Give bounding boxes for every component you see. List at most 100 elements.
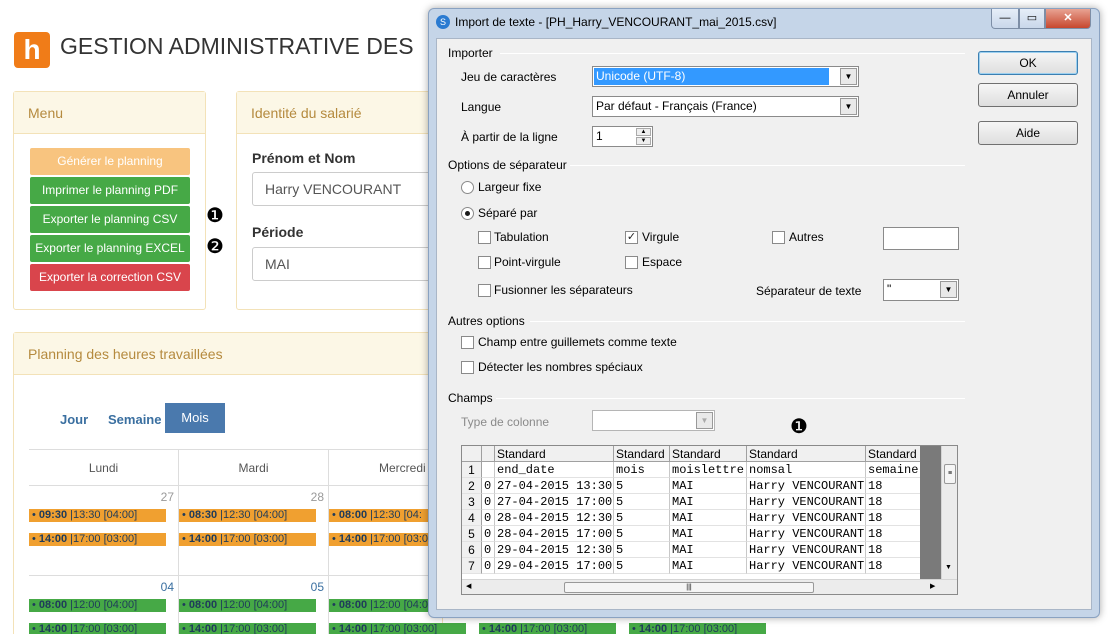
grid-column-header[interactable]: Standard xyxy=(614,446,670,462)
date-number: 05 xyxy=(310,580,324,594)
calendar-event[interactable]: • 14:00 |17:00 [03:00] xyxy=(29,533,166,546)
export-planning-excel-button[interactable]: Exporter le planning EXCEL xyxy=(30,235,190,262)
grid-cell: MAI xyxy=(670,558,747,574)
detect-special-checkbox[interactable] xyxy=(461,361,474,374)
charset-select[interactable]: Unicode (UTF-8) ▼ xyxy=(592,66,859,87)
grid-column-header[interactable]: Standard xyxy=(747,446,866,462)
comma-checkbox[interactable]: ✓ xyxy=(625,231,638,244)
language-label: Langue xyxy=(461,100,502,114)
chevron-down-icon[interactable]: ▼ xyxy=(940,281,957,298)
grid-cell: Harry VENCOURANT xyxy=(747,558,866,574)
view-week-button[interactable]: Semaine xyxy=(108,412,161,427)
grid-row-header[interactable]: 3 xyxy=(462,494,482,510)
calendar-event[interactable]: • 08:30 |12:30 [04:00] xyxy=(179,509,316,522)
grid-column-header[interactable]: Standard xyxy=(866,446,922,462)
grid-column-header[interactable]: Standard xyxy=(670,446,747,462)
calendar-event[interactable]: • 14:00 |17:00 [03:00] xyxy=(329,533,429,546)
grid-column-header[interactable]: Standard xyxy=(495,446,614,462)
merge-checkbox[interactable] xyxy=(478,284,491,297)
marker-1: ❶ xyxy=(206,205,224,227)
name-input[interactable]: Harry VENCOURANT xyxy=(252,172,442,206)
minimize-icon[interactable]: — xyxy=(991,9,1019,29)
grid-cell: 18 xyxy=(866,526,922,542)
space-checkbox[interactable] xyxy=(625,256,638,269)
calendar-event[interactable]: • 14:00 |17:00 [03:00] xyxy=(629,623,766,634)
charset-value: Unicode (UTF-8) xyxy=(594,68,829,85)
grid-cell: MAI xyxy=(670,526,747,542)
text-separator-select[interactable]: " ▼ xyxy=(883,279,959,301)
merge-label: Fusionner les séparateurs xyxy=(494,283,633,297)
menu-heading: Menu xyxy=(14,92,205,134)
help-button[interactable]: Aide xyxy=(978,121,1078,145)
scroll-thumb[interactable]: ≡ xyxy=(944,464,956,484)
calendar-event[interactable]: • 09:30 |13:30 [04:00] xyxy=(29,509,166,522)
calendar-event[interactable]: • 14:00 |17:00 [03:00] xyxy=(479,623,616,634)
grid-cell: moislettre xyxy=(670,462,747,478)
cancel-button[interactable]: Annuler xyxy=(978,83,1078,107)
scroll-left-icon[interactable]: ◀ xyxy=(466,582,471,590)
grid-cell: MAI xyxy=(670,542,747,558)
grid-cell: Harry VENCOURANT xyxy=(747,526,866,542)
grid-row-header[interactable]: 7 xyxy=(462,558,482,574)
calendar-event[interactable]: • 08:00 |12:30 [04: xyxy=(329,509,429,522)
chevron-down-icon[interactable]: ▼ xyxy=(840,68,857,85)
grid-cell: 5 xyxy=(614,494,670,510)
marker-2: ❷ xyxy=(206,236,224,258)
language-value: Par défaut - Français (France) xyxy=(596,99,757,113)
scroll-thumb[interactable]: ||| xyxy=(564,582,814,593)
stepper-down-icon[interactable]: ▼ xyxy=(636,137,651,145)
view-day-button[interactable]: Jour xyxy=(60,412,88,427)
grid-cell: 27-04-2015 13:30 xyxy=(495,478,614,494)
grid-row-header[interactable]: 1 xyxy=(462,462,482,478)
grid-row-header[interactable]: 4 xyxy=(462,510,482,526)
calendar-event[interactable]: • 14:00 |17:00 [03:00] xyxy=(179,533,316,546)
menu-panel: Menu Générer le planning Imprimer le pla… xyxy=(13,91,206,310)
scroll-down-icon[interactable]: ▼ xyxy=(945,564,952,571)
export-planning-csv-button[interactable]: Exporter le planning CSV xyxy=(30,206,190,233)
grid-cell: mois xyxy=(614,462,670,478)
grid-cell: 18 xyxy=(866,558,922,574)
grid-cell: 18 xyxy=(866,510,922,526)
generate-planning-button[interactable]: Générer le planning xyxy=(30,148,190,175)
tab-checkbox[interactable] xyxy=(478,231,491,244)
horizontal-scrollbar[interactable]: ◀ ||| ▶ xyxy=(462,579,957,594)
grid-cell: 5 xyxy=(614,510,670,526)
grid-row-header[interactable]: 5 xyxy=(462,526,482,542)
column-type-select[interactable]: ▼ xyxy=(592,410,715,431)
vertical-scrollbar[interactable]: ≡ ▼ xyxy=(941,446,957,579)
grid-cell: 18 xyxy=(866,494,922,510)
maximize-icon[interactable]: ▭ xyxy=(1019,9,1045,29)
chevron-down-icon[interactable]: ▼ xyxy=(840,98,857,115)
print-planning-pdf-button[interactable]: Imprimer le planning PDF xyxy=(30,177,190,204)
fields-preview-grid[interactable]: Standard Standard Standard Standard Stan… xyxy=(461,445,958,595)
calendar-event[interactable]: • 14:00 |17:00 [03:00] xyxy=(179,623,316,634)
scroll-right-icon[interactable]: ▶ xyxy=(930,582,935,590)
calendar-event[interactable]: • 14:00 |17:00 [03:00] xyxy=(329,623,466,634)
grid-row-header[interactable]: 2 xyxy=(462,478,482,494)
others-input[interactable] xyxy=(883,227,959,250)
grid-cell: 5 xyxy=(614,526,670,542)
fixed-width-radio[interactable] xyxy=(461,181,474,194)
quoted-as-text-checkbox[interactable] xyxy=(461,336,474,349)
stepper-up-icon[interactable]: ▲ xyxy=(636,128,651,136)
chevron-down-icon[interactable]: ▼ xyxy=(696,412,713,429)
period-input[interactable]: MAI xyxy=(252,247,442,281)
close-icon[interactable]: ✕ xyxy=(1045,9,1091,29)
others-checkbox[interactable] xyxy=(772,231,785,244)
grid-row-header[interactable]: 6 xyxy=(462,542,482,558)
calendar-event[interactable]: • 08:00 |12:00 [04:00] xyxy=(179,599,316,612)
language-select[interactable]: Par défaut - Français (France) ▼ xyxy=(592,96,859,117)
view-month-button[interactable]: Mois xyxy=(165,403,225,433)
ok-button[interactable]: OK xyxy=(978,51,1078,75)
export-correction-csv-button[interactable]: Exporter la correction CSV xyxy=(30,264,190,291)
separated-by-radio[interactable] xyxy=(461,207,474,220)
calendar-event[interactable]: • 08:00 |12:00 [04:00] xyxy=(329,599,429,612)
from-line-stepper[interactable]: 1 ▲ ▼ xyxy=(592,126,653,147)
column-type-label: Type de colonne xyxy=(461,415,550,429)
grid-cell: end_date xyxy=(495,462,614,478)
calendar-event[interactable]: • 08:00 |12:00 [04:00] xyxy=(29,599,166,612)
semicolon-checkbox[interactable] xyxy=(478,256,491,269)
from-line-label: À partir de la ligne xyxy=(461,130,558,144)
grid-cell: 0 xyxy=(482,478,495,494)
calendar-event[interactable]: • 14:00 |17:00 [03:00] xyxy=(29,623,166,634)
